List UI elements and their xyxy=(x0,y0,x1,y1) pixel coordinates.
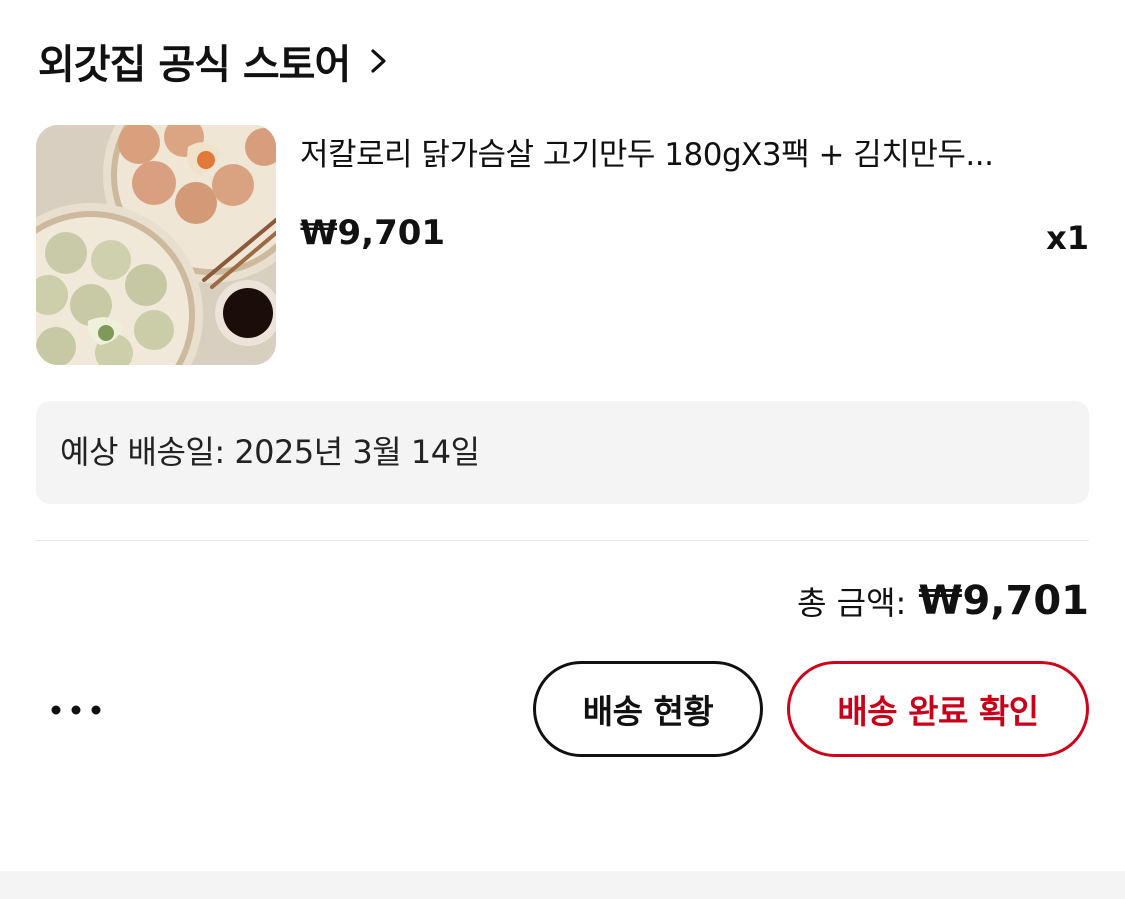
more-horizontal-icon xyxy=(51,705,101,715)
store-link[interactable]: 외갓집 공식 스토어 xyxy=(38,32,390,90)
store-name: 외갓집 공식 스토어 xyxy=(38,42,351,88)
total-amount: 총 금액: ₩9,701 xyxy=(797,578,1089,624)
divider xyxy=(36,540,1089,541)
order-card: 외갓집 공식 스토어 저칼로리 닭가슴살 고기만두 180gX3팩 + 김치만두… xyxy=(0,0,1125,899)
delivery-estimate-text: 예상 배송일: 2025년 3월 14일 xyxy=(60,433,480,471)
delivery-estimate-box: 예상 배송일: 2025년 3월 14일 xyxy=(36,401,1089,504)
product-price: ₩9,701 xyxy=(300,213,446,253)
product-image[interactable] xyxy=(36,125,276,365)
product-item[interactable]: 저칼로리 닭가슴살 고기만두 180gX3팩 + 김치만두... ₩9,701 … xyxy=(36,125,1089,365)
product-name[interactable]: 저칼로리 닭가슴살 고기만두 180gX3팩 + 김치만두... xyxy=(300,133,1070,177)
confirm-delivery-button[interactable]: 배송 완료 확인 xyxy=(787,661,1089,757)
section-separator xyxy=(0,871,1125,899)
chevron-right-icon xyxy=(371,49,386,73)
total-label: 총 금액: xyxy=(797,584,907,622)
total-value: ₩9,701 xyxy=(918,578,1089,624)
product-quantity: x1 xyxy=(1046,219,1089,257)
more-options-button[interactable] xyxy=(46,688,106,732)
dumpling-photo-icon xyxy=(36,125,276,365)
delivery-status-button[interactable]: 배송 현황 xyxy=(533,661,763,757)
